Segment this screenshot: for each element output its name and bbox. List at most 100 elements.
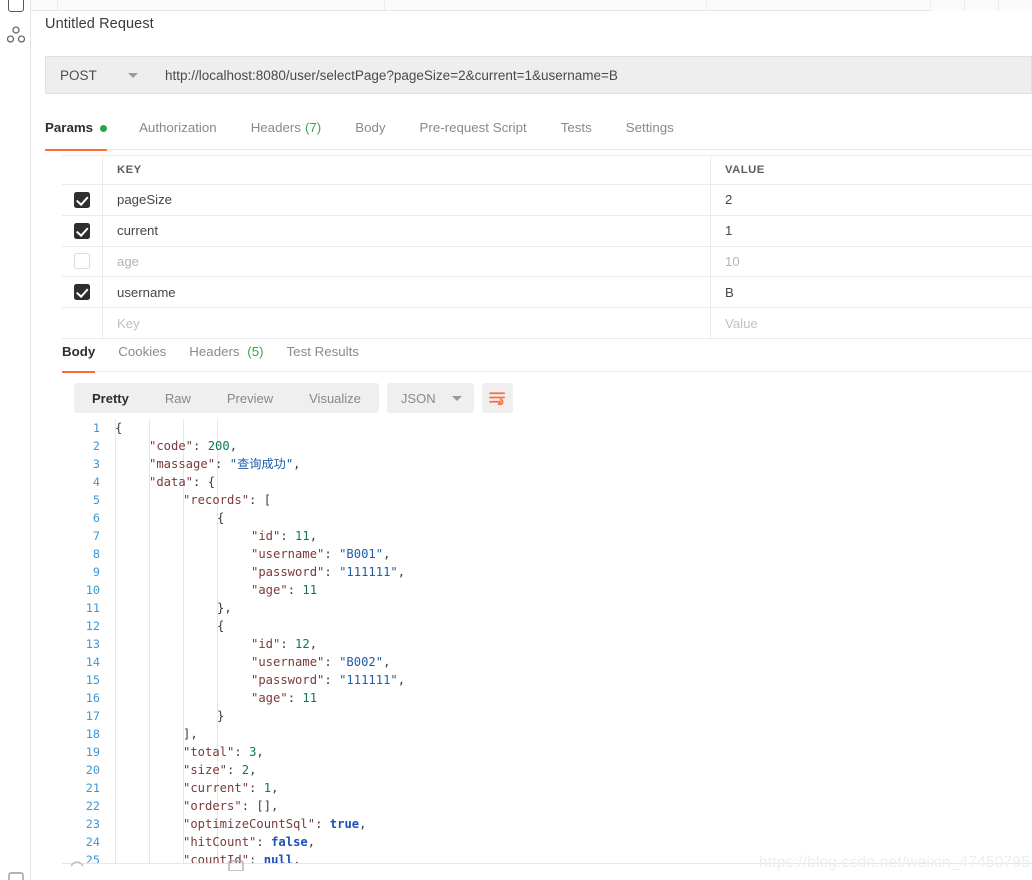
- code-text: {: [217, 511, 225, 525]
- response-view-toolbar: Pretty Raw Preview Visualize JSON: [74, 383, 513, 413]
- param-key-input[interactable]: username: [103, 277, 711, 308]
- code-text: {: [115, 421, 123, 435]
- param-enabled-checkbox[interactable]: [74, 284, 90, 301]
- param-enabled-checkbox[interactable]: [74, 191, 90, 208]
- http-method-select[interactable]: POST: [45, 56, 150, 94]
- watermark: https://blog.csdn.net/weixin_47450795: [758, 854, 1030, 871]
- workspaces-icon[interactable]: [5, 24, 27, 46]
- code-line: 8 "username": "B001",: [62, 545, 1032, 563]
- tab-authorization[interactable]: Authorization: [139, 119, 233, 150]
- new-param-value-input[interactable]: Value: [711, 308, 1032, 338]
- response-format-label: JSON: [400, 390, 436, 406]
- tab-authorization-label: Authorization: [139, 120, 217, 135]
- code-line: 4 "data": {: [62, 473, 1032, 491]
- code-text: "hitCount": false,: [183, 835, 316, 849]
- top-chrome-right: [930, 0, 1032, 11]
- tab-settings[interactable]: Settings: [626, 119, 690, 150]
- row-checkbox-cell: [62, 215, 103, 246]
- response-tab-body-label: Body: [62, 344, 96, 359]
- code-text: "data": {: [149, 475, 216, 489]
- tab-body[interactable]: Body: [355, 119, 401, 150]
- tab-tests[interactable]: Tests: [561, 119, 608, 150]
- http-method-label: POST: [60, 67, 97, 83]
- code-text: "age": 11: [251, 583, 318, 597]
- code-line: 21 "current": 1,: [62, 779, 1032, 797]
- url-bar: POST http://localhost:8080/user/selectPa…: [45, 56, 1032, 94]
- response-tabs: Body Cookies Headers (5) Test Results: [62, 343, 1032, 373]
- code-line: 12 {: [62, 617, 1032, 635]
- param-value-input[interactable]: 1: [711, 216, 1032, 246]
- tab-tests-label: Tests: [560, 120, 592, 135]
- tab-params-label: Params: [45, 120, 94, 135]
- table-row: username B: [62, 277, 1032, 309]
- param-value-input[interactable]: B: [711, 277, 1032, 307]
- response-format-select[interactable]: JSON: [386, 383, 474, 413]
- code-line: 24 "hitCount": false,: [62, 833, 1032, 851]
- response-body-code[interactable]: 1{2 "code": 200, 3 "massage": "查询成功", 4 "data…: [62, 419, 1032, 863]
- param-value-input[interactable]: 10: [711, 247, 1032, 277]
- response-tab-cookies[interactable]: Cookies: [118, 343, 166, 372]
- code-line: 11},: [62, 599, 1032, 617]
- param-value-input[interactable]: 2: [711, 185, 1032, 215]
- code-text: {: [217, 619, 225, 633]
- code-line: 15 "password": "111111",: [62, 671, 1032, 689]
- row-checkbox-cell: [62, 308, 103, 338]
- view-mode-preview[interactable]: Preview: [209, 383, 291, 413]
- code-text: },: [217, 601, 232, 615]
- header-key: KEY: [103, 156, 711, 184]
- url-input[interactable]: http://localhost:8080/user/selectPage?pa…: [150, 56, 1032, 94]
- line-number: 9: [92, 565, 100, 579]
- code-text: }: [217, 709, 225, 723]
- line-number: 14: [85, 655, 100, 669]
- code-text: "password": "111111",: [251, 673, 406, 687]
- view-mode-pretty[interactable]: Pretty: [74, 383, 147, 413]
- code-text: ],: [183, 727, 198, 741]
- line-number: 13: [85, 637, 100, 651]
- line-number: 20: [85, 763, 100, 777]
- params-table: KEY VALUE pageSize 2 current 1 age 10 us…: [62, 155, 1032, 339]
- code-text: "orders": [],: [183, 799, 279, 813]
- response-tab-test-results[interactable]: Test Results: [287, 343, 359, 372]
- param-key-input[interactable]: age: [103, 246, 711, 277]
- console-toggle-icon[interactable]: [70, 856, 84, 868]
- top-chrome-strip: [31, 0, 1032, 11]
- code-text: "optimizeCountSql": true,: [183, 817, 367, 831]
- header-value: VALUE: [725, 164, 765, 176]
- view-mode-group: Pretty Raw Preview Visualize: [74, 383, 379, 413]
- panel-icon[interactable]: [8, 0, 24, 12]
- line-number: 8: [92, 547, 100, 561]
- param-key-input[interactable]: current: [103, 215, 711, 246]
- wrap-lines-icon[interactable]: [481, 383, 513, 413]
- param-key-input[interactable]: pageSize: [103, 185, 711, 215]
- view-mode-visualize[interactable]: Visualize: [291, 383, 379, 413]
- line-number: 2: [92, 439, 100, 453]
- tab-pre-request-script[interactable]: Pre-request Script: [420, 119, 543, 150]
- console-icon[interactable]: [8, 872, 24, 880]
- code-text: "size": 2,: [183, 763, 257, 777]
- line-number: 7: [92, 529, 100, 543]
- code-text: "countId": null,: [183, 853, 301, 863]
- code-line: 22 "orders": [],: [62, 797, 1032, 815]
- tab-body-label: Body: [355, 120, 386, 135]
- view-mode-raw[interactable]: Raw: [147, 383, 209, 413]
- code-line: 3 "massage": "查询成功",: [62, 455, 1032, 473]
- row-checkbox-cell: [62, 277, 103, 308]
- new-param-key-input[interactable]: Key: [103, 308, 711, 338]
- response-tab-headers[interactable]: Headers (5): [189, 343, 263, 372]
- code-text: "id": 12,: [251, 637, 318, 651]
- tab-headers[interactable]: Headers (7): [251, 119, 338, 150]
- tab-headers-label: Headers: [250, 120, 301, 135]
- code-line: 13 "id": 12,: [62, 635, 1032, 653]
- table-row: pageSize 2: [62, 185, 1032, 216]
- code-line: 18],: [62, 725, 1032, 743]
- param-enabled-checkbox[interactable]: [74, 253, 90, 270]
- line-number: 23: [85, 817, 100, 831]
- response-tab-body[interactable]: Body: [62, 343, 96, 373]
- tab-params[interactable]: Params: [45, 119, 121, 151]
- response-tab-cookies-label: Cookies: [118, 344, 167, 359]
- param-enabled-checkbox[interactable]: [74, 222, 90, 239]
- layout-toggle-icon[interactable]: [228, 858, 244, 872]
- response-tab-test-results-label: Test Results: [286, 344, 359, 359]
- code-text: "username": "B002",: [251, 655, 391, 669]
- code-line: 23 "optimizeCountSql": true,: [62, 815, 1032, 833]
